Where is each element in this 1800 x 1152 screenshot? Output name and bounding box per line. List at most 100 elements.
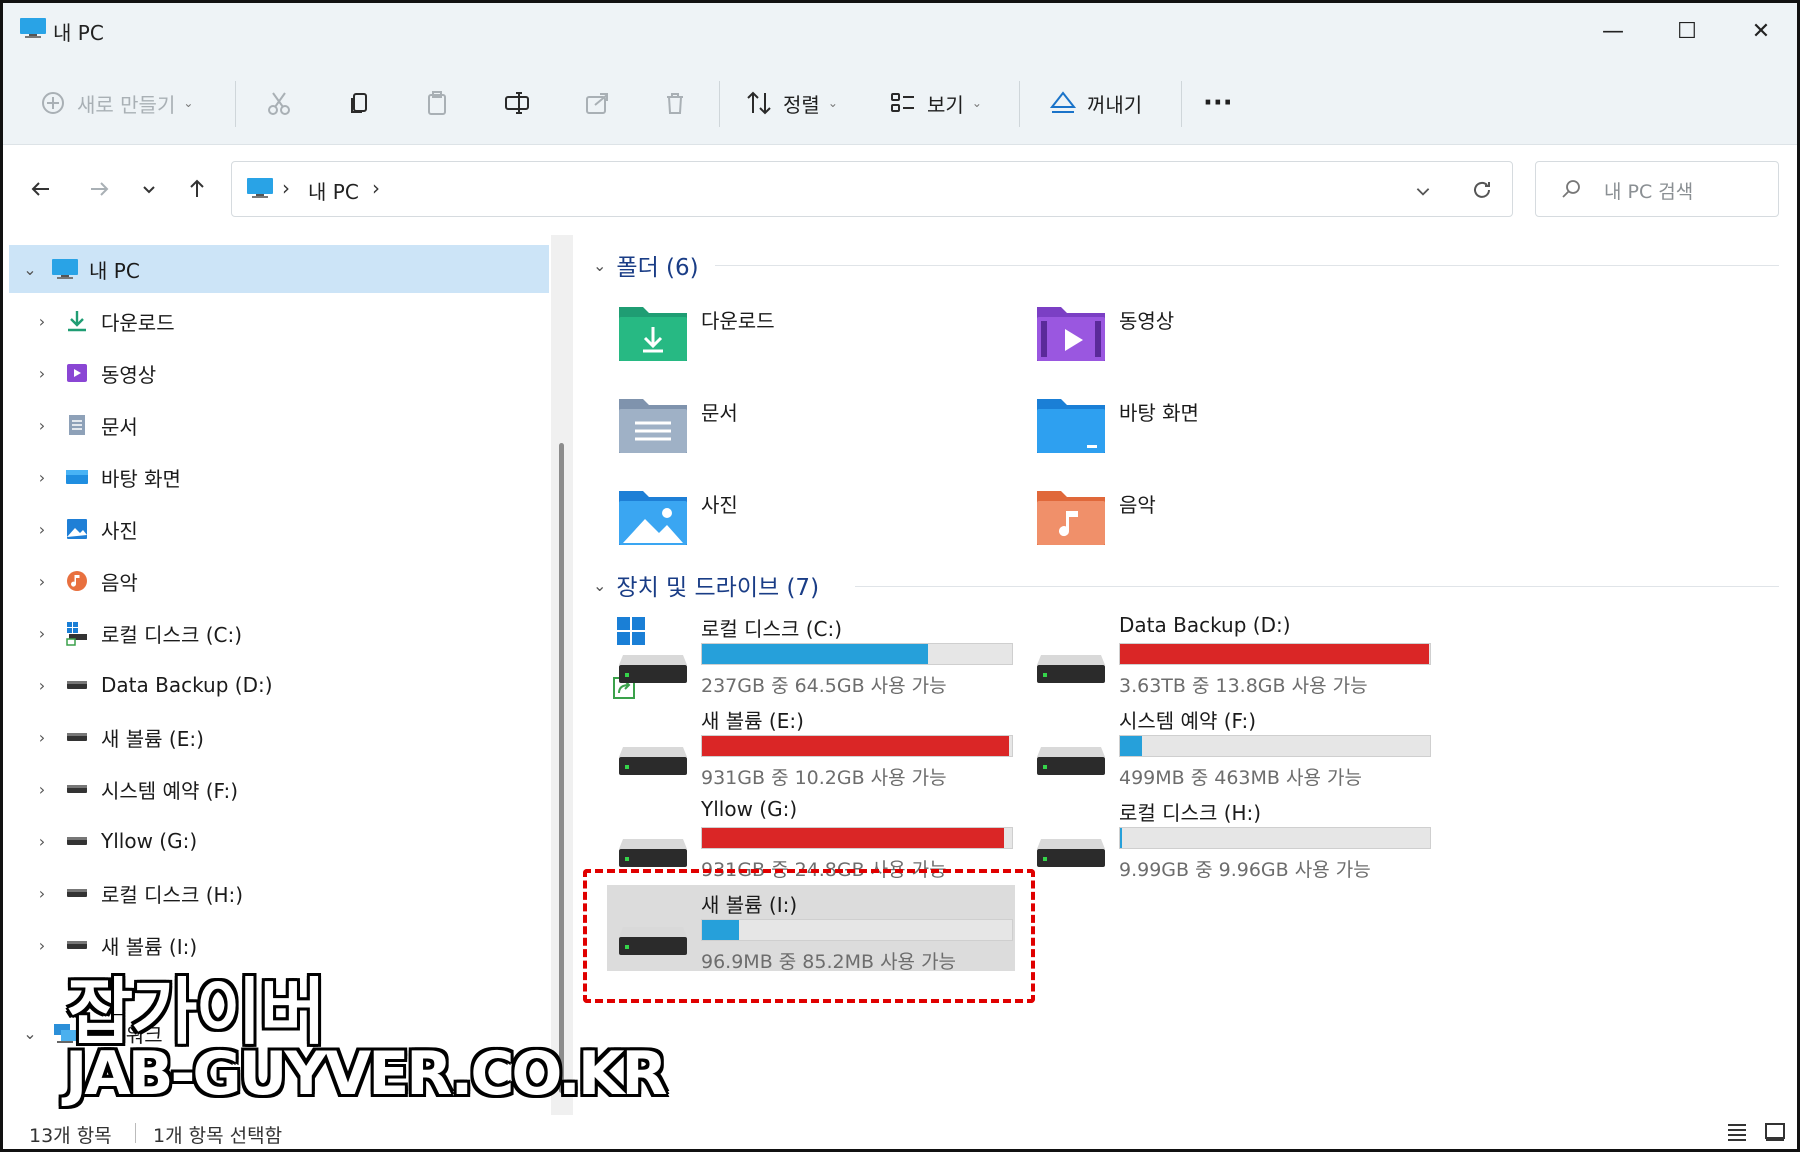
drive-icon: [63, 776, 91, 802]
paste-button[interactable]: [423, 81, 451, 125]
chevron-right-icon[interactable]: ›: [31, 780, 53, 799]
nav-item[interactable]: › 동영상: [9, 349, 549, 397]
eject-button[interactable]: 꺼내기: [1049, 81, 1142, 125]
drive-tile[interactable]: 로컬 디스크 (H:) 9.99GB 중 9.96GB 사용 가능: [1035, 797, 1455, 887]
nav-item[interactable]: › 사진: [9, 505, 549, 553]
chevron-right-icon[interactable]: ›: [31, 520, 53, 539]
new-button[interactable]: 새로 만들기 ⌄: [39, 81, 193, 125]
refresh-icon[interactable]: [1470, 178, 1494, 202]
chevron-down-icon[interactable]: ⌄: [19, 1024, 41, 1043]
nav-item[interactable]: ⌄ 내 PC: [9, 245, 549, 293]
sort-button[interactable]: 정렬 ⌄: [745, 81, 838, 125]
view-button[interactable]: 보기 ⌄: [889, 81, 982, 125]
folder-tile[interactable]: 다운로드: [617, 301, 977, 381]
rename-icon: [505, 92, 529, 114]
address-bar[interactable]: › 내 PC ›: [231, 161, 1513, 217]
share-button[interactable]: [583, 81, 611, 125]
folder-tile[interactable]: 음악: [1035, 485, 1395, 565]
cut-button[interactable]: [265, 81, 293, 125]
nav-item[interactable]: › Yllow (G:): [9, 817, 549, 865]
list-view-icon: [1728, 1124, 1746, 1141]
nav-item[interactable]: › 로컬 디스크 (H:): [9, 869, 549, 917]
folder-name: 바탕 화면: [1119, 401, 1199, 425]
nav-item-label: 음악: [101, 570, 138, 595]
chevron-right-icon[interactable]: ›: [31, 312, 53, 331]
drive-tile[interactable]: 새 볼륨 (E:) 931GB 중 10.2GB 사용 가능: [617, 705, 1037, 795]
delete-button[interactable]: [661, 81, 689, 125]
drive-tile[interactable]: 시스템 예약 (F:) 499MB 중 463MB 사용 가능: [1035, 705, 1455, 795]
rename-button[interactable]: [503, 81, 531, 125]
group-divider: [855, 586, 1779, 587]
toolbar-divider: [235, 81, 236, 127]
chevron-down-icon[interactable]: [1414, 182, 1432, 200]
breadcrumb-separator-icon: ›: [282, 176, 290, 200]
breadcrumb-separator-icon[interactable]: ›: [372, 176, 380, 200]
folder-tile[interactable]: 사진: [617, 485, 977, 565]
drive-tile[interactable]: Data Backup (D:) 3.63TB 중 13.8GB 사용 가능: [1035, 613, 1455, 703]
nav-item-label: 로컬 디스크 (H:): [101, 882, 244, 907]
drive-space-info: 499MB 중 463MB 사용 가능: [1119, 767, 1362, 789]
nav-item[interactable]: › Data Backup (D:): [9, 661, 549, 709]
folders-header-label: 폴더 (6): [616, 255, 699, 281]
minimize-button[interactable]: —: [1583, 11, 1643, 51]
window-title: 내 PC: [53, 21, 104, 45]
chevron-right-icon[interactable]: ›: [31, 728, 53, 747]
chevron-right-icon[interactable]: ›: [31, 364, 53, 383]
drive-icon: [617, 647, 689, 687]
nav-item-label: 새 볼륨 (E:): [101, 726, 204, 751]
details-view-button[interactable]: [1723, 1119, 1751, 1145]
desktop-folder-icon: [1035, 393, 1107, 455]
nav-scrollbar-thumb[interactable]: [559, 443, 564, 1093]
share-icon: [586, 93, 608, 114]
chevron-right-icon[interactable]: ›: [31, 468, 53, 487]
close-button[interactable]: ✕: [1731, 11, 1791, 51]
chevron-right-icon[interactable]: ›: [31, 832, 53, 851]
drive-usage-bar: [701, 827, 1013, 849]
pc-icon: [20, 18, 46, 38]
desktop-folder-icon: [63, 464, 91, 490]
chevron-right-icon[interactable]: ›: [31, 572, 53, 591]
drive-tile[interactable]: 로컬 디스크 (C:) 237GB 중 64.5GB 사용 가능: [613, 613, 1037, 703]
nav-item[interactable]: › 새 볼륨 (E:): [9, 713, 549, 761]
drive-usage-bar: [1119, 735, 1431, 757]
nav-item-label: Yllow (G:): [101, 829, 198, 853]
drive-space-info: 931GB 중 10.2GB 사용 가능: [701, 767, 947, 789]
pc-icon: [247, 178, 273, 198]
nav-item[interactable]: › 바탕 화면: [9, 453, 549, 501]
tiles-view-button[interactable]: [1761, 1119, 1789, 1145]
back-button[interactable]: [23, 171, 59, 207]
copy-button[interactable]: [345, 81, 373, 125]
maximize-button[interactable]: ☐: [1657, 11, 1717, 51]
drives-group-header[interactable]: ⌄ 장치 및 드라이브 (7): [593, 565, 819, 605]
folder-tile[interactable]: 동영상: [1035, 301, 1395, 381]
chevron-right-icon[interactable]: ›: [31, 624, 53, 643]
folders-group-header[interactable]: ⌄ 폴더 (6): [593, 245, 699, 285]
nav-item[interactable]: › 다운로드: [9, 297, 549, 345]
nav-item[interactable]: › 시스템 예약 (F:): [9, 765, 549, 813]
folder-tile[interactable]: 바탕 화면: [1035, 393, 1395, 473]
tiles-view-icon: [1765, 1123, 1785, 1141]
drive-icon: [63, 828, 91, 854]
nav-item[interactable]: › 음악: [9, 557, 549, 605]
drives-header-label: 장치 및 드라이브 (7): [616, 575, 820, 601]
nav-item-label: 사진: [101, 518, 138, 543]
chevron-right-icon[interactable]: ›: [31, 884, 53, 903]
recent-locations-button[interactable]: [131, 171, 167, 207]
chevron-right-icon[interactable]: ›: [31, 936, 53, 955]
forward-button[interactable]: [81, 171, 117, 207]
drive-name: 로컬 디스크 (H:): [1119, 801, 1262, 825]
up-button[interactable]: [179, 171, 215, 207]
nav-item[interactable]: › 문서: [9, 401, 549, 449]
drive-name: 새 볼륨 (E:): [701, 709, 804, 733]
chevron-right-icon[interactable]: ›: [31, 676, 53, 695]
chevron-right-icon[interactable]: ›: [31, 416, 53, 435]
more-options-button[interactable]: ···: [1203, 81, 1233, 125]
search-box[interactable]: 내 PC 검색: [1535, 161, 1779, 217]
chevron-down-icon[interactable]: ⌄: [19, 260, 41, 279]
trash-icon: [667, 93, 683, 114]
folder-tile[interactable]: 문서: [617, 393, 977, 473]
drive-usage-fill: [1120, 828, 1123, 848]
breadcrumb-item[interactable]: 내 PC: [308, 176, 359, 205]
nav-item[interactable]: › 로컬 디스크 (C:): [9, 609, 549, 657]
documents-folder-icon: [63, 412, 91, 438]
